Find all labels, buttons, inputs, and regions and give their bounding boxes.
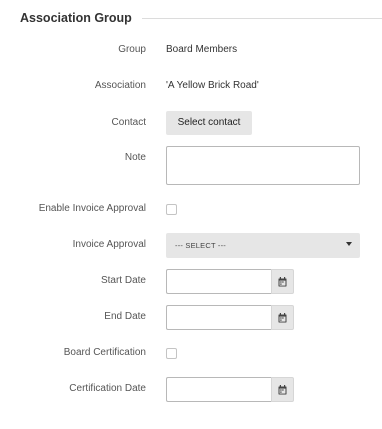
enable-invoice-approval-label: Enable Invoice Approval	[38, 203, 146, 214]
certification-date-picker-button[interactable]	[271, 377, 294, 402]
note-label: Note	[124, 152, 146, 163]
group-label: Group	[118, 44, 146, 55]
contact-label: Contact	[111, 117, 146, 128]
certification-date-field	[166, 377, 294, 402]
invoice-approval-label: Invoice Approval	[72, 239, 146, 250]
end-date-field	[166, 305, 294, 330]
certification-date-input[interactable]	[166, 377, 271, 402]
start-date-label: Start Date	[100, 275, 146, 286]
section-title: Association Group	[20, 11, 132, 25]
start-date-picker-button[interactable]	[271, 269, 294, 294]
calendar-icon	[278, 384, 287, 394]
invoice-approval-selected-value: --- SELECT ---	[175, 241, 226, 250]
certification-date-label: Certification Date	[69, 383, 146, 394]
select-contact-button[interactable]: Select contact	[166, 111, 252, 135]
association-value: 'A Yellow Brick Road'	[166, 80, 259, 91]
section-header: Association Group	[20, 9, 382, 27]
calendar-icon	[278, 312, 287, 322]
end-date-picker-button[interactable]	[271, 305, 294, 330]
end-date-input[interactable]	[166, 305, 271, 330]
board-certification-label: Board Certification	[63, 347, 146, 358]
end-date-label: End Date	[104, 311, 146, 322]
section-divider	[141, 18, 382, 19]
association-group-panel: Association Group Group Board Members As…	[0, 0, 382, 429]
association-label: Association	[94, 80, 146, 91]
board-certification-checkbox[interactable]	[166, 348, 177, 359]
note-textarea[interactable]	[166, 146, 360, 185]
start-date-input[interactable]	[166, 269, 271, 294]
calendar-icon	[278, 276, 287, 286]
caret-down-icon	[346, 242, 352, 246]
invoice-approval-select[interactable]: --- SELECT ---	[166, 233, 360, 258]
group-value: Board Members	[166, 44, 238, 55]
start-date-field	[166, 269, 294, 294]
enable-invoice-approval-checkbox[interactable]	[166, 204, 177, 215]
